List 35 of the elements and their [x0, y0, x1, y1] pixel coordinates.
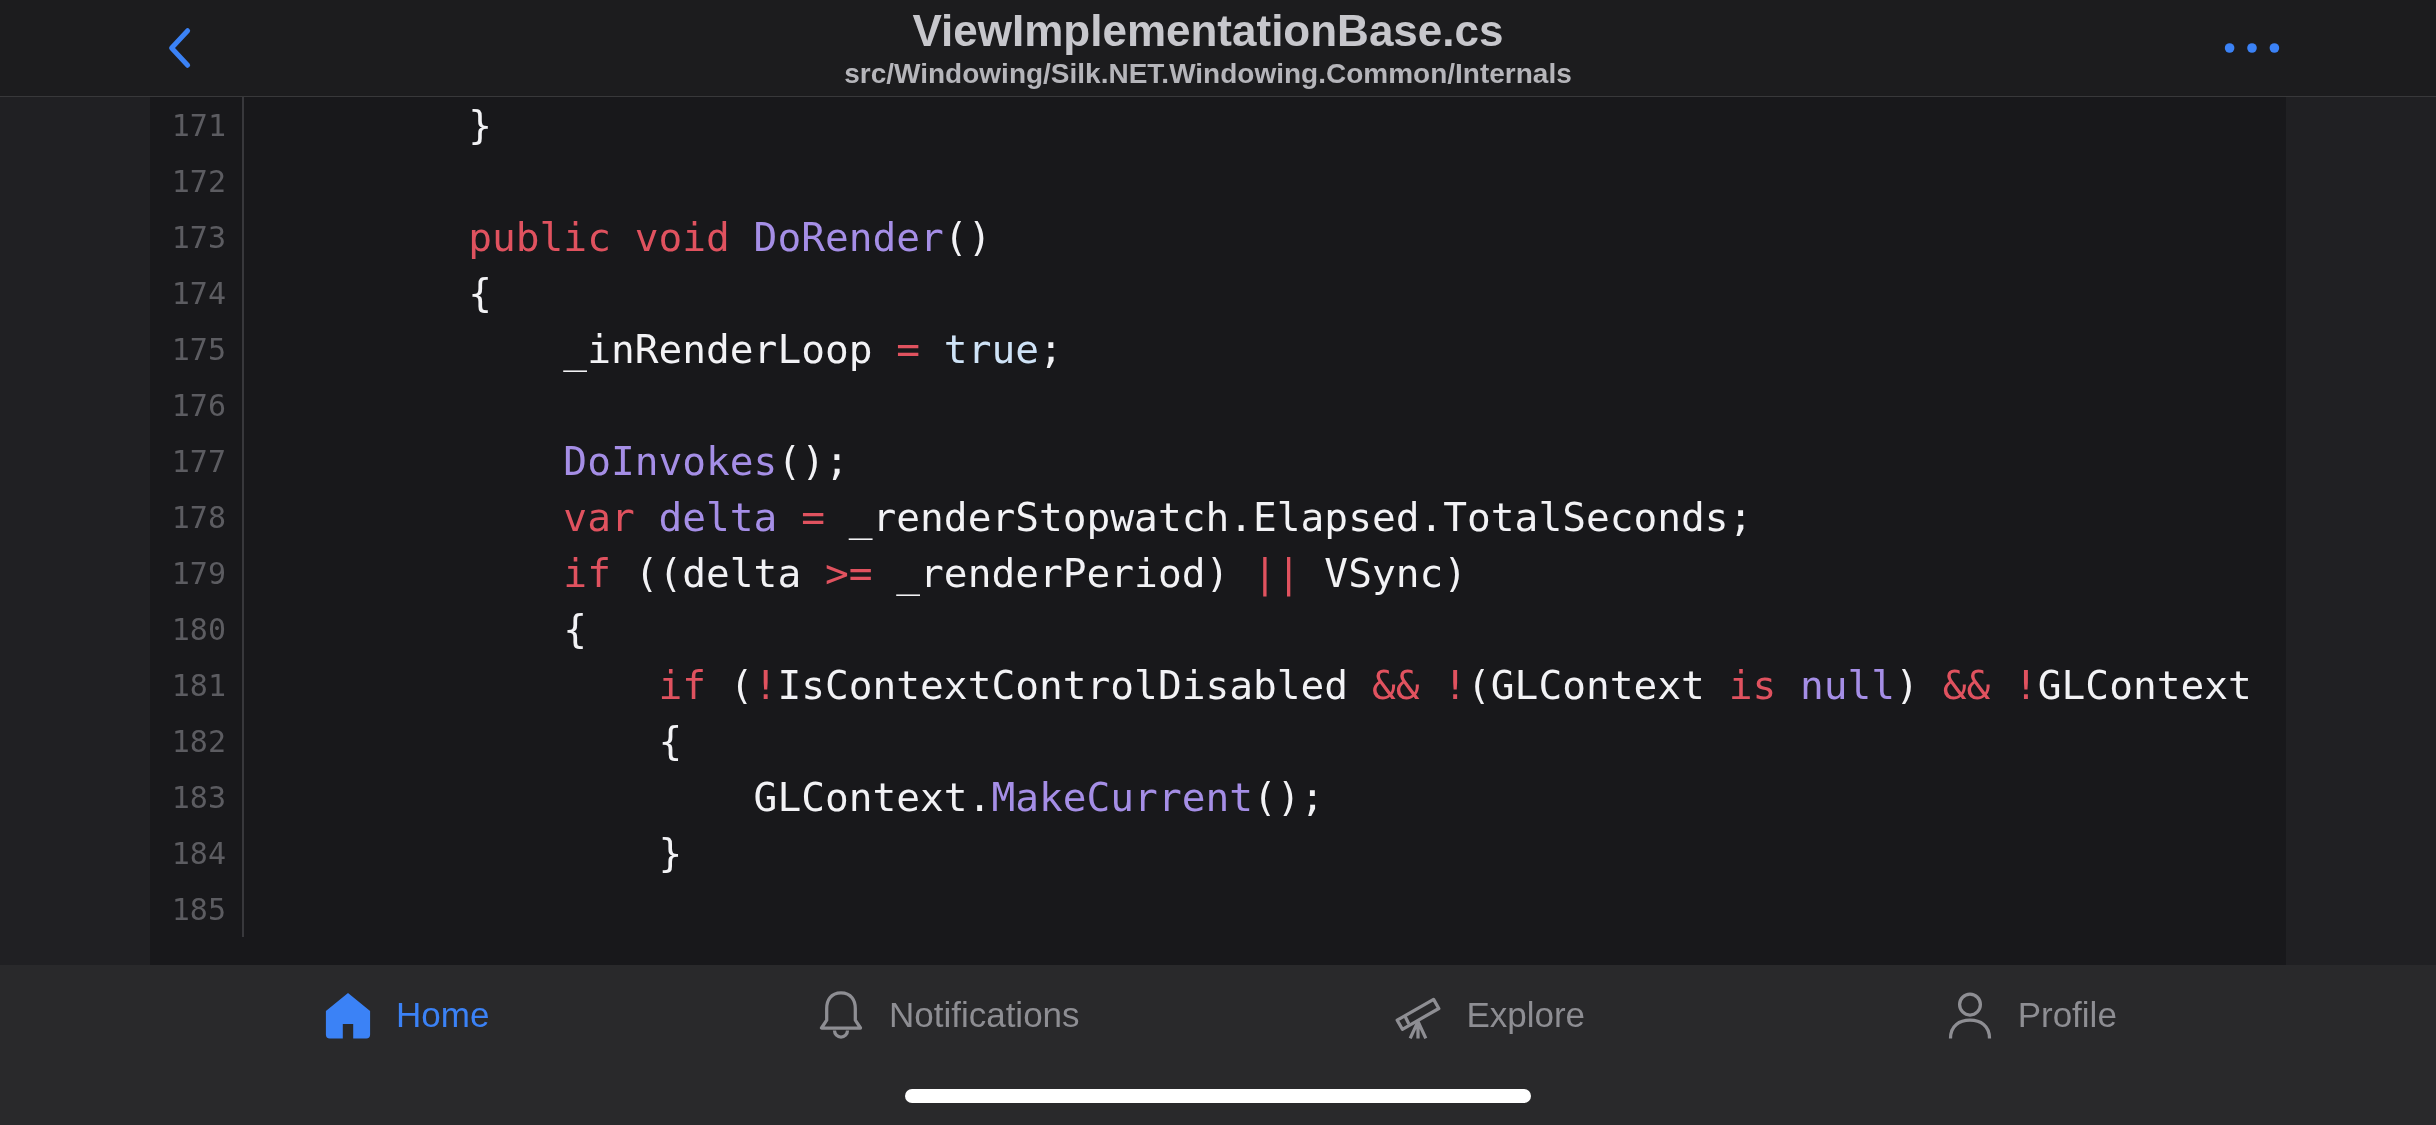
tab-item[interactable]: Explore — [1218, 965, 1760, 1065]
back-icon — [166, 27, 192, 69]
line-number: 183 — [171, 779, 226, 815]
line-number: 179 — [171, 555, 226, 591]
line-number: 173 — [171, 219, 226, 255]
code-line: GLContext.MakeCurrent(); — [752, 774, 1325, 820]
line-number: 174 — [171, 275, 226, 311]
code-line: _inRenderLoop = true; — [562, 326, 1063, 372]
line-number: 176 — [171, 387, 226, 423]
code-line: { — [467, 270, 493, 316]
tab-item[interactable]: Notifications — [676, 965, 1218, 1065]
code-line: } — [657, 830, 683, 876]
tab-item[interactable]: Home — [135, 965, 677, 1065]
line-number: 172 — [171, 163, 226, 199]
file-title: ViewImplementationBase.cs — [912, 5, 1504, 57]
code-line: public void DoRender() — [467, 214, 992, 260]
line-number: 178 — [171, 499, 226, 535]
tab-item[interactable]: Profile — [1759, 965, 2301, 1065]
line-number: 185 — [171, 891, 226, 927]
line-number: 181 — [171, 667, 226, 703]
code-line: if ((delta >= _renderPeriod) || VSync) — [562, 550, 1468, 596]
line-number: 177 — [171, 443, 226, 479]
code-line: if (!IsContextControlDisabled && !(GLContext is null) && !GLContext — [657, 662, 2252, 708]
code-line: { — [562, 606, 588, 652]
file-path: src/Windowing/Silk.NET.Windowing.Common/Internals — [844, 57, 1572, 91]
code-line: { — [657, 718, 683, 764]
code-line: DoInvokes(); — [562, 438, 849, 484]
line-number: 180 — [171, 611, 226, 647]
more-icon — [2224, 42, 2280, 54]
code-line: var delta = _renderStopwatch.Elapsed.TotalSeconds; — [562, 494, 1753, 540]
line-number: 171 — [171, 107, 226, 143]
line-number: 175 — [171, 331, 226, 367]
line-number: 182 — [171, 723, 226, 759]
code-line: } — [467, 102, 493, 148]
line-number: 184 — [171, 835, 226, 871]
